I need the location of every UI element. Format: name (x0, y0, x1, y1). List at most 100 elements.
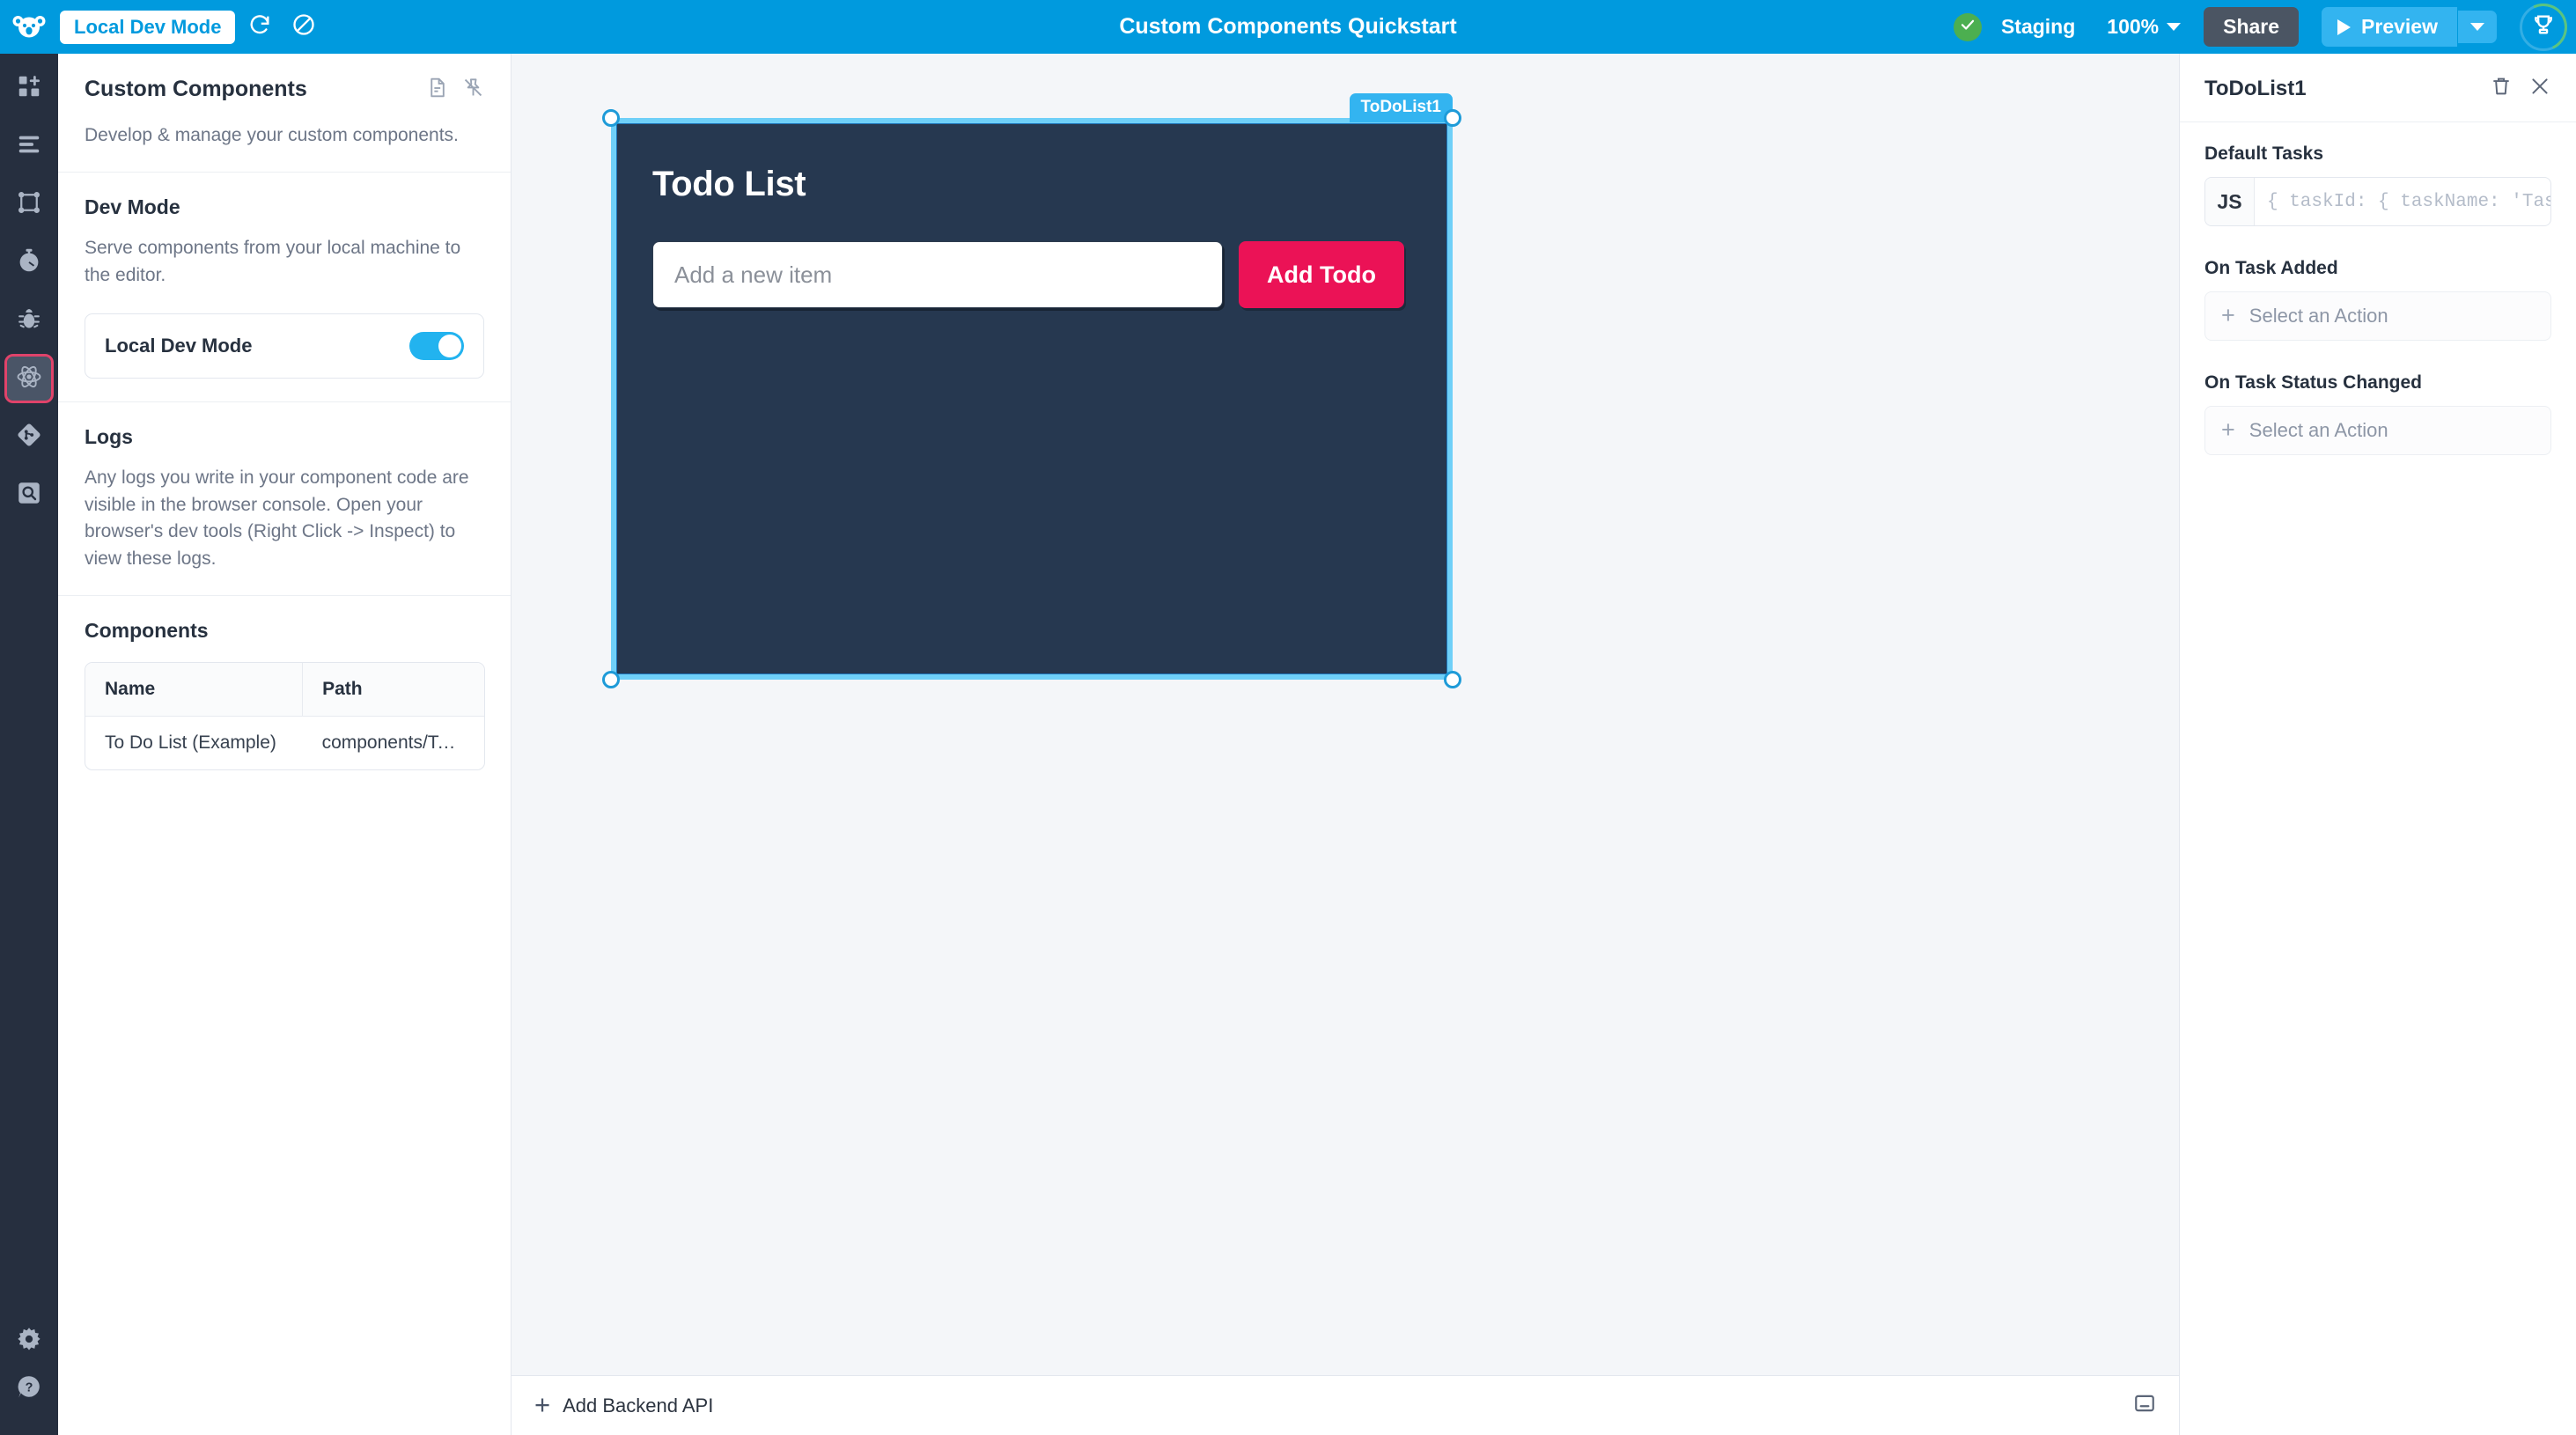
local-dev-mode-toggle[interactable] (409, 332, 464, 361)
magnifier-box-icon (16, 480, 42, 511)
panel-header-actions (426, 77, 484, 103)
sidebar-item-source-control[interactable] (7, 415, 51, 459)
inspector-header: ToDoList1 (2180, 54, 2576, 122)
chevron-down-icon (2167, 23, 2182, 31)
plus-icon: + (2221, 302, 2235, 329)
panel-header-section: Custom Components Develop & manage your … (58, 54, 511, 173)
add-todo-button[interactable]: Add Todo (1239, 241, 1404, 308)
zoom-level-value: 100% (2107, 15, 2160, 38)
logs-section: Logs Any logs you write in your componen… (58, 402, 511, 597)
component-inspector-panel: ToDoList1 Default Tasks JS { taskId: { t… (2179, 54, 2576, 1435)
git-branch-icon (16, 422, 42, 453)
trash-icon[interactable] (2490, 75, 2513, 102)
on-task-status-changed-placeholder: Select an Action (2248, 419, 2388, 441)
selected-widget-wrapper[interactable]: ToDoList1 Todo List Add Todo (602, 93, 1461, 688)
minimize-panel-icon (2133, 1392, 2156, 1419)
logs-heading: Logs (85, 425, 133, 449)
on-task-added-action-selector[interactable]: + Select an Action (2204, 291, 2551, 341)
play-icon (2337, 18, 2352, 35)
preview-button[interactable]: Preview (2322, 7, 2457, 47)
sidebar-item-debugger[interactable] (7, 298, 51, 342)
left-icon-rail: ? (0, 54, 58, 1435)
new-todo-input[interactable] (652, 241, 1223, 308)
panel-title: Custom Components (85, 77, 307, 101)
zoom-control[interactable]: 100% (2107, 15, 2182, 39)
preview-group: Preview (2322, 7, 2497, 47)
components-section: Components Name Path To Do List (Example… (58, 596, 511, 793)
preview-options-button[interactable] (2458, 11, 2497, 43)
panel-header: Custom Components (85, 77, 484, 103)
js-badge: JS (2205, 178, 2255, 225)
list-icon (16, 131, 42, 162)
question-bubble-icon: ? (16, 1373, 42, 1404)
dev-mode-heading: Dev Mode (85, 195, 180, 219)
widget-input-row: Add Todo (652, 241, 1411, 308)
plus-icon: + (2221, 416, 2235, 444)
block-icon (291, 12, 316, 41)
selection-name-tag[interactable]: ToDoList1 (1349, 93, 1453, 122)
stopwatch-icon (16, 247, 42, 278)
sidebar-item-inspect[interactable] (7, 473, 51, 517)
unpin-icon[interactable] (462, 77, 484, 103)
sidebar-item-page-list[interactable] (7, 124, 51, 168)
local-dev-mode-chip[interactable]: Local Dev Mode (60, 10, 236, 44)
field-label-on-task-added: On Task Added (2204, 258, 2338, 278)
preview-label: Preview (2361, 15, 2438, 38)
refresh-button[interactable] (240, 8, 279, 47)
on-task-status-changed-action-selector[interactable]: + Select an Action (2204, 406, 2551, 455)
resize-handle-bottom-left[interactable] (602, 671, 620, 688)
app-logo[interactable] (0, 10, 58, 45)
cell-component-name: To Do List (Example) (105, 732, 276, 754)
sidebar-item-add-component[interactable] (7, 66, 51, 110)
resize-handle-bottom-right[interactable] (1444, 671, 1461, 688)
canvas-bottom-bar: + Add Backend API (512, 1375, 2179, 1435)
toggle-knob (438, 335, 461, 358)
status-badge (1953, 12, 1982, 41)
svg-text:?: ? (26, 1380, 33, 1395)
field-label-default-tasks: Default Tasks (2204, 144, 2323, 164)
share-button[interactable]: Share (2204, 7, 2300, 47)
koala-logo-icon (11, 10, 47, 45)
sidebar-item-help[interactable]: ? (7, 1375, 51, 1421)
column-header-path: Path (302, 663, 484, 718)
refresh-icon (247, 12, 272, 41)
components-heading: Components (85, 619, 209, 643)
column-header-name: Name (85, 663, 303, 718)
canvas-surface[interactable]: ToDoList1 Todo List Add Todo (512, 54, 2179, 1375)
default-tasks-code-field[interactable]: JS { taskId: { taskName: 'Task (2204, 177, 2551, 226)
local-dev-mode-row[interactable]: Local Dev Mode (85, 313, 484, 379)
logs-description: Any logs you write in your component cod… (85, 467, 469, 569)
inspector-title: ToDoList1 (2204, 76, 2307, 100)
editor-canvas[interactable]: ToDoList1 Todo List Add Todo + Add Backe… (512, 54, 2179, 1435)
table-header-row: Name Path (85, 663, 484, 718)
document-icon[interactable] (426, 77, 448, 103)
add-squares-icon (16, 73, 42, 104)
sidebar-item-custom-components[interactable] (4, 354, 54, 403)
panel-description: Develop & manage your custom components. (85, 125, 459, 145)
on-task-added-placeholder: Select an Action (2248, 305, 2388, 327)
resize-handle-top-right[interactable] (1444, 109, 1461, 127)
widget-title: Todo List (652, 165, 806, 203)
resize-handle-top-left[interactable] (602, 109, 620, 127)
environment-label[interactable]: Staging (2001, 15, 2075, 39)
table-row[interactable]: To Do List (Example) components/ToDo… (85, 717, 484, 770)
add-backend-api-button[interactable]: + Add Backend API (534, 1391, 714, 1418)
gear-icon (16, 1326, 42, 1357)
chevron-down-icon (2470, 23, 2484, 31)
top-bar: Local Dev Mode Custom Components Quickst… (0, 0, 2576, 58)
add-backend-api-label: Add Backend API (563, 1394, 714, 1417)
todo-list-widget[interactable]: Todo List Add Todo (616, 123, 1447, 674)
sidebar-item-workflows[interactable] (7, 182, 51, 226)
disable-button[interactable] (284, 8, 323, 47)
cell-component-path: components/ToDo… (321, 732, 484, 754)
onboarding-progress-button[interactable] (2513, 0, 2574, 58)
bug-icon (16, 305, 42, 336)
default-tasks-placeholder: { taskId: { taskName: 'Task (2267, 191, 2550, 212)
close-icon[interactable] (2528, 75, 2551, 102)
minimize-panel-button[interactable] (2133, 1392, 2156, 1419)
sidebar-item-performance[interactable] (7, 240, 51, 284)
sidebar-item-settings[interactable] (7, 1319, 51, 1363)
nodes-graph-icon (16, 189, 42, 220)
check-circle-icon (1960, 17, 1976, 37)
dev-mode-section: Dev Mode Serve components from your loca… (58, 173, 511, 403)
